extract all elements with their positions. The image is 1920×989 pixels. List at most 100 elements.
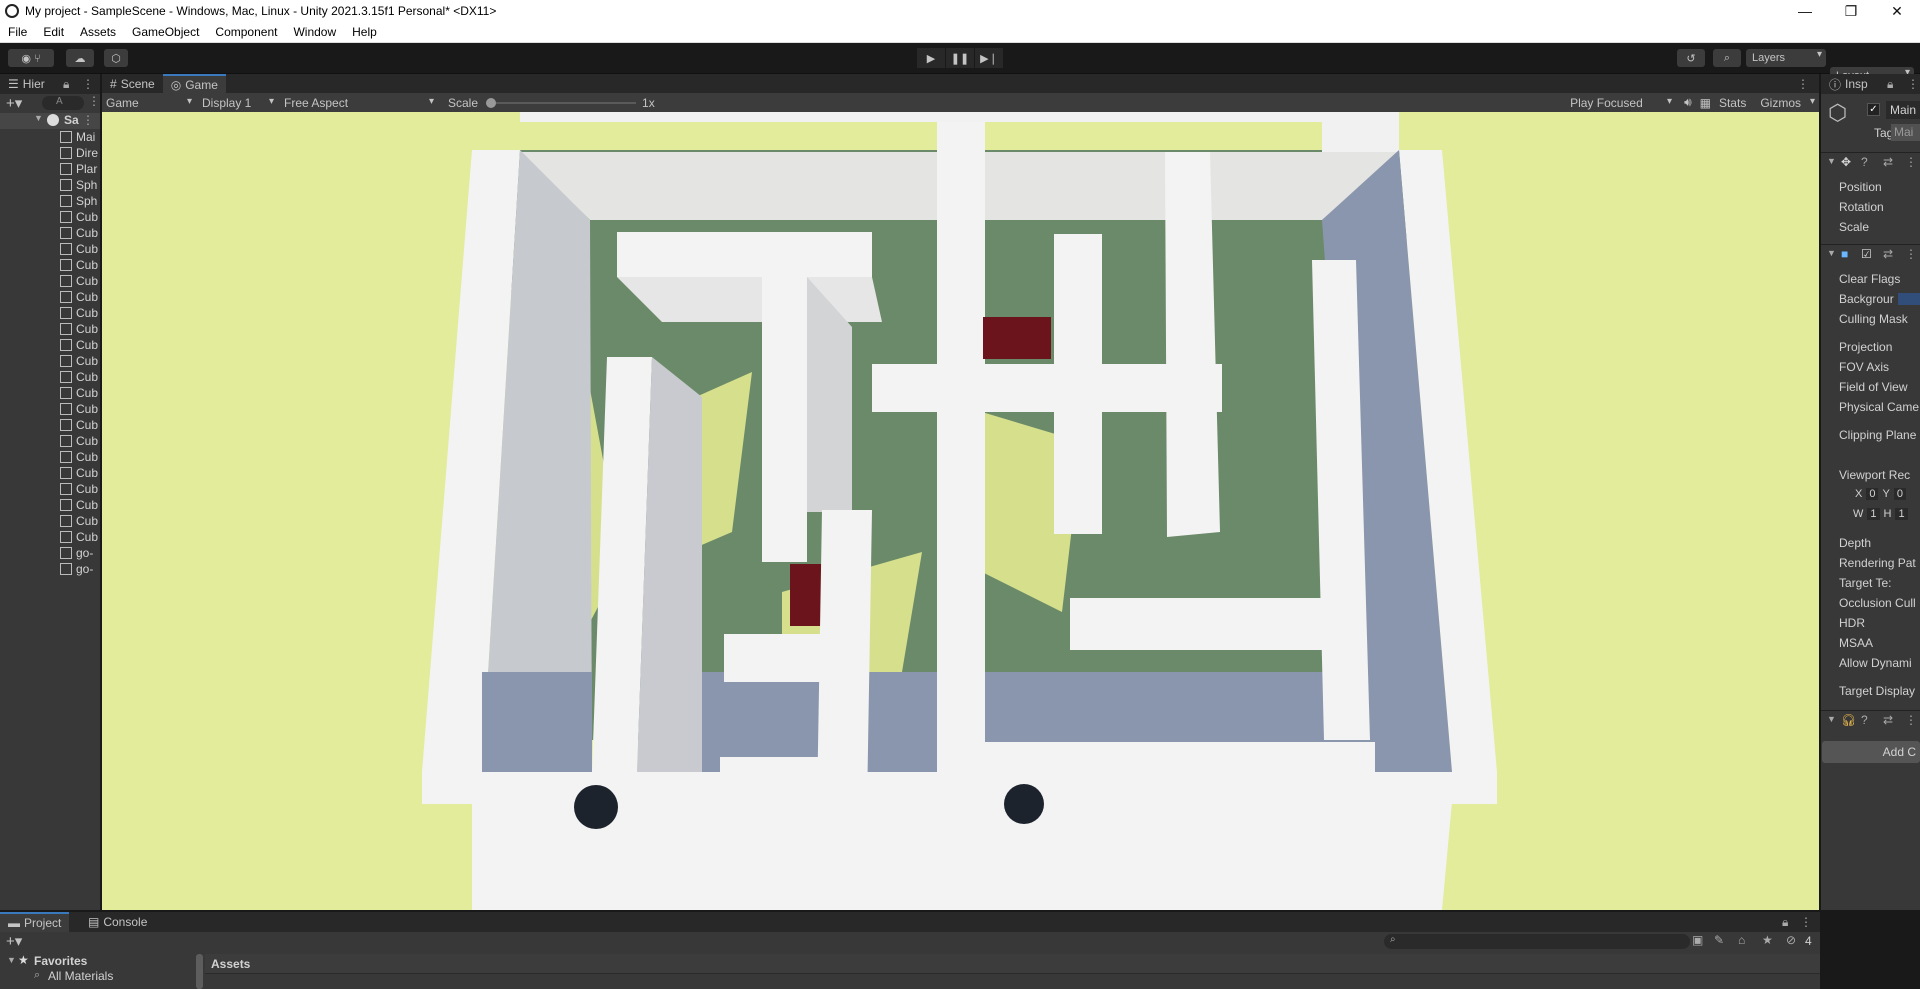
list-item[interactable]: Mai [60,129,100,145]
list-item[interactable]: go- [60,545,100,561]
gizmos-dropdown[interactable]: Gizmos [1756,96,1819,110]
list-item[interactable]: go- [60,561,100,577]
add-icon[interactable]: +▾ [6,94,22,112]
preset-icon[interactable]: ⇄ [1883,155,1893,169]
menu-window[interactable]: Window [285,25,344,39]
list-item[interactable]: Cub [60,273,100,289]
viewport-y-field[interactable]: 0 [1893,488,1906,500]
menu-gameobject[interactable]: GameObject [124,25,207,39]
active-checkbox[interactable]: ✓ [1867,103,1880,116]
layers-dropdown[interactable]: Layers [1746,49,1826,67]
more-icon[interactable]: ⋮ [1800,915,1812,929]
enabled-checkbox[interactable]: ☑ [1861,247,1872,261]
viewport-h-field[interactable]: 1 [1895,508,1908,520]
tag-dropdown[interactable]: Mai [1891,124,1920,141]
search-button[interactable]: ⌕ [1713,49,1741,67]
background-color-swatch[interactable] [1898,293,1920,305]
display-dropdown[interactable]: Display 1 [198,96,278,110]
list-item[interactable]: Cub [60,321,100,337]
step-button[interactable]: ▶❘ [975,48,1003,68]
list-item[interactable]: Cub [60,449,100,465]
list-item[interactable]: Cub [60,417,100,433]
transform-header[interactable]: ▼ ✥ ? ⇄ ⋮ [1821,152,1920,172]
list-item[interactable]: Cub [60,529,100,545]
hidden-packages-icon[interactable]: ⊘ [1786,933,1796,947]
project-search-input[interactable] [1384,934,1690,949]
scale-slider-handle[interactable] [486,97,497,108]
lock-icon[interactable]: 🔒︎ [1782,915,1788,930]
minimize-button[interactable]: — [1782,0,1828,22]
tab-scene[interactable]: # Scene [102,74,163,94]
preset-icon[interactable]: ⇄ [1883,247,1893,261]
scale-slider[interactable] [486,97,637,108]
tree-scrollbar[interactable] [196,954,203,989]
star-icon[interactable]: ★ [1762,933,1773,947]
hierarchy-search-input[interactable]: A [42,96,84,110]
filter-by-type-icon[interactable]: ▣ [1692,933,1703,947]
viewport-x-field[interactable]: 0 [1866,488,1879,500]
list-item[interactable]: Cub [60,433,100,449]
maximize-button[interactable]: ❐ [1828,0,1874,22]
tab-console[interactable]: ▤ Console [80,912,155,932]
tab-project[interactable]: ▬ Project [0,912,70,932]
more-icon[interactable]: ⋮ [1907,77,1919,91]
more-icon[interactable]: ⋮ [1905,247,1917,261]
menu-help[interactable]: Help [344,25,385,39]
play-button[interactable]: ▶ [917,48,945,68]
list-item[interactable]: Sph [60,193,100,209]
play-focused-dropdown[interactable]: Play Focused [1566,96,1676,110]
lock-icon[interactable]: 🔒︎ [1887,77,1893,92]
stats-button[interactable]: Stats [1719,96,1746,110]
close-button[interactable]: ✕ [1874,0,1920,22]
preset-icon[interactable]: ⇄ [1883,713,1893,727]
add-icon[interactable]: +▾ [6,932,22,950]
tab-inspector[interactable]: ⓘ Insp [1821,74,1876,94]
tab-hierarchy[interactable]: ☰ Hier [0,74,53,94]
more-icon[interactable]: ⋮ [1905,713,1917,727]
all-materials-item[interactable]: All Materials [48,969,113,983]
list-item[interactable]: Cub [60,337,100,353]
mute-audio-icon[interactable]: 🔊︎ [1684,95,1692,110]
grid-icon[interactable]: ▦ [1700,96,1711,110]
game-mode-dropdown[interactable]: Game [102,96,196,110]
menu-component[interactable]: Component [207,25,285,39]
list-item[interactable]: Cub [60,513,100,529]
more-icon[interactable]: ⋮ [1797,77,1809,91]
more-icon[interactable]: ⋮ [88,94,100,108]
list-item[interactable]: Plar [60,161,100,177]
more-icon[interactable]: ⋮ [82,77,94,91]
list-item[interactable]: Cub [60,225,100,241]
list-item[interactable]: Dire [60,145,100,161]
menu-assets[interactable]: Assets [72,25,124,39]
expand-arrow-icon[interactable]: ▼ [34,113,43,123]
favorites-label[interactable]: Favorites [34,954,87,968]
list-item[interactable]: Cub [60,401,100,417]
viewport-w-field[interactable]: 1 [1867,508,1880,520]
account-button[interactable]: ◉ ⑂ [8,49,54,67]
list-item[interactable]: Cub [60,497,100,513]
more-icon[interactable]: ⋮ [1905,155,1917,169]
aspect-dropdown[interactable]: Free Aspect [280,96,438,110]
filter-by-label-icon[interactable]: ✎ [1714,933,1724,947]
list-item[interactable]: Cub [60,289,100,305]
audio-listener-header[interactable]: ▼ 🎧︎ ? ⇄ ⋮ [1821,710,1920,730]
lock-icon[interactable]: 🔒︎ [63,77,69,92]
object-name-field[interactable]: Main [1886,101,1920,119]
help-icon[interactable]: ? [1861,155,1868,169]
list-item[interactable]: Cub [60,385,100,401]
assets-breadcrumb-label[interactable]: Assets [211,957,250,971]
list-item[interactable]: Cub [60,353,100,369]
list-item[interactable]: Cub [60,481,100,497]
pause-button[interactable]: ❚❚ [946,48,974,68]
tag-icon[interactable]: ⌂ [1738,933,1745,947]
cloud-button[interactable]: ☁ [66,49,94,67]
menu-edit[interactable]: Edit [35,25,72,39]
list-item[interactable]: Cub [60,465,100,481]
history-button[interactable]: ↺ [1677,49,1705,67]
camera-header[interactable]: ▼ ■ ☑ ⇄ ⋮ [1821,244,1920,264]
list-item[interactable]: Cub [60,369,100,385]
tab-game[interactable]: ◎ Game [162,74,226,94]
game-view[interactable] [102,112,1819,910]
expand-arrow-icon[interactable]: ▼ [7,955,16,965]
menu-file[interactable]: File [0,25,35,39]
